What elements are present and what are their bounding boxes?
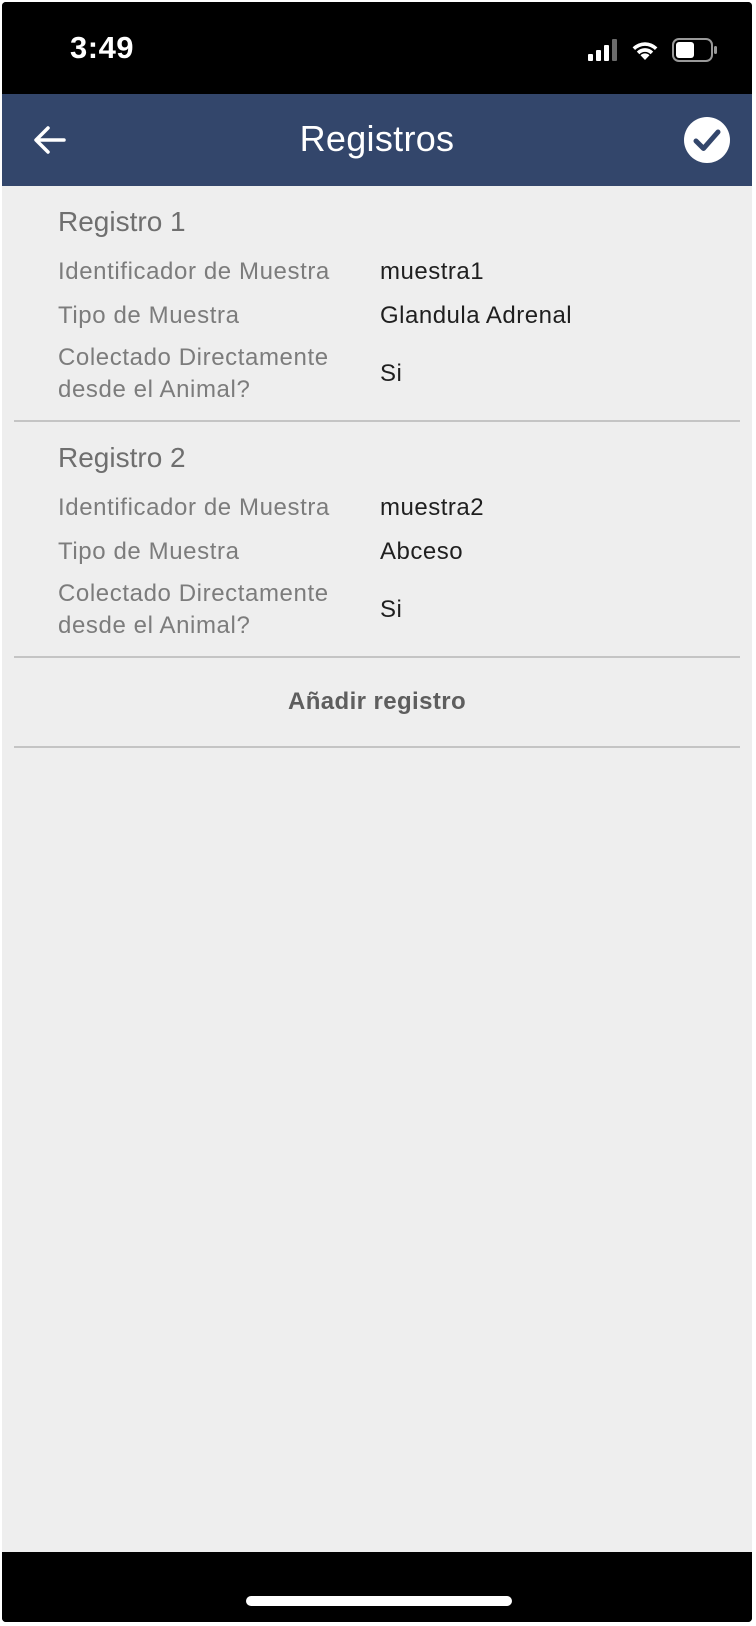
record-field-row: Tipo de Muestra Glandula Adrenal (40, 294, 740, 338)
field-value: muestra1 (380, 258, 485, 285)
status-icons (588, 38, 718, 62)
field-label: Tipo de Muestra (58, 538, 240, 565)
status-bar: 3:49 (2, 2, 752, 94)
add-record-label: Añadir registro (287, 688, 467, 715)
battery-icon (672, 38, 717, 62)
record-card[interactable]: Registro 1 Identificador de Muestra mues… (14, 186, 740, 422)
home-indicator[interactable] (246, 1596, 512, 1606)
phone-screen: 3:49 Registros Registro 1 Identificador … (2, 2, 752, 1622)
field-label: Identificador de Muestra (58, 258, 330, 285)
add-record-button[interactable]: Añadir registro (14, 658, 740, 748)
record-card[interactable]: Registro 2 Identificador de Muestra mues… (14, 422, 740, 658)
record-field-row: Tipo de Muestra Abceso (40, 530, 740, 574)
field-value: Glandula Adrenal (380, 302, 573, 329)
wifi-icon (632, 42, 658, 60)
status-time: 3:49 (70, 30, 135, 65)
field-value: muestra2 (380, 494, 485, 521)
field-label: Colectado Directamente desde el Animal? (58, 344, 329, 403)
field-value: Si (380, 360, 403, 387)
home-indicator-area (2, 1552, 752, 1622)
app-header: Registros (2, 94, 752, 186)
field-value: Si (380, 596, 403, 623)
cellular-signal-icon (588, 39, 617, 61)
confirm-button[interactable] (684, 117, 730, 163)
record-field-row: Identificador de Muestra muestra1 (40, 250, 740, 294)
records-list: Registro 1 Identificador de Muestra mues… (2, 186, 752, 1552)
record-title: Registro 2 (58, 442, 186, 473)
record-field-row: Identificador de Muestra muestra2 (40, 486, 740, 530)
field-label: Colectado Directamente desde el Animal? (58, 580, 329, 639)
record-title: Registro 1 (58, 206, 186, 237)
page-title: Registros (299, 118, 455, 159)
record-field-row: Colectado Directamente desde el Animal? … (40, 342, 740, 406)
record-field-row: Colectado Directamente desde el Animal? … (40, 578, 740, 642)
field-value: Abceso (380, 538, 464, 565)
field-label: Tipo de Muestra (58, 302, 240, 329)
field-label: Identificador de Muestra (58, 494, 330, 521)
check-circle-icon (684, 117, 730, 163)
